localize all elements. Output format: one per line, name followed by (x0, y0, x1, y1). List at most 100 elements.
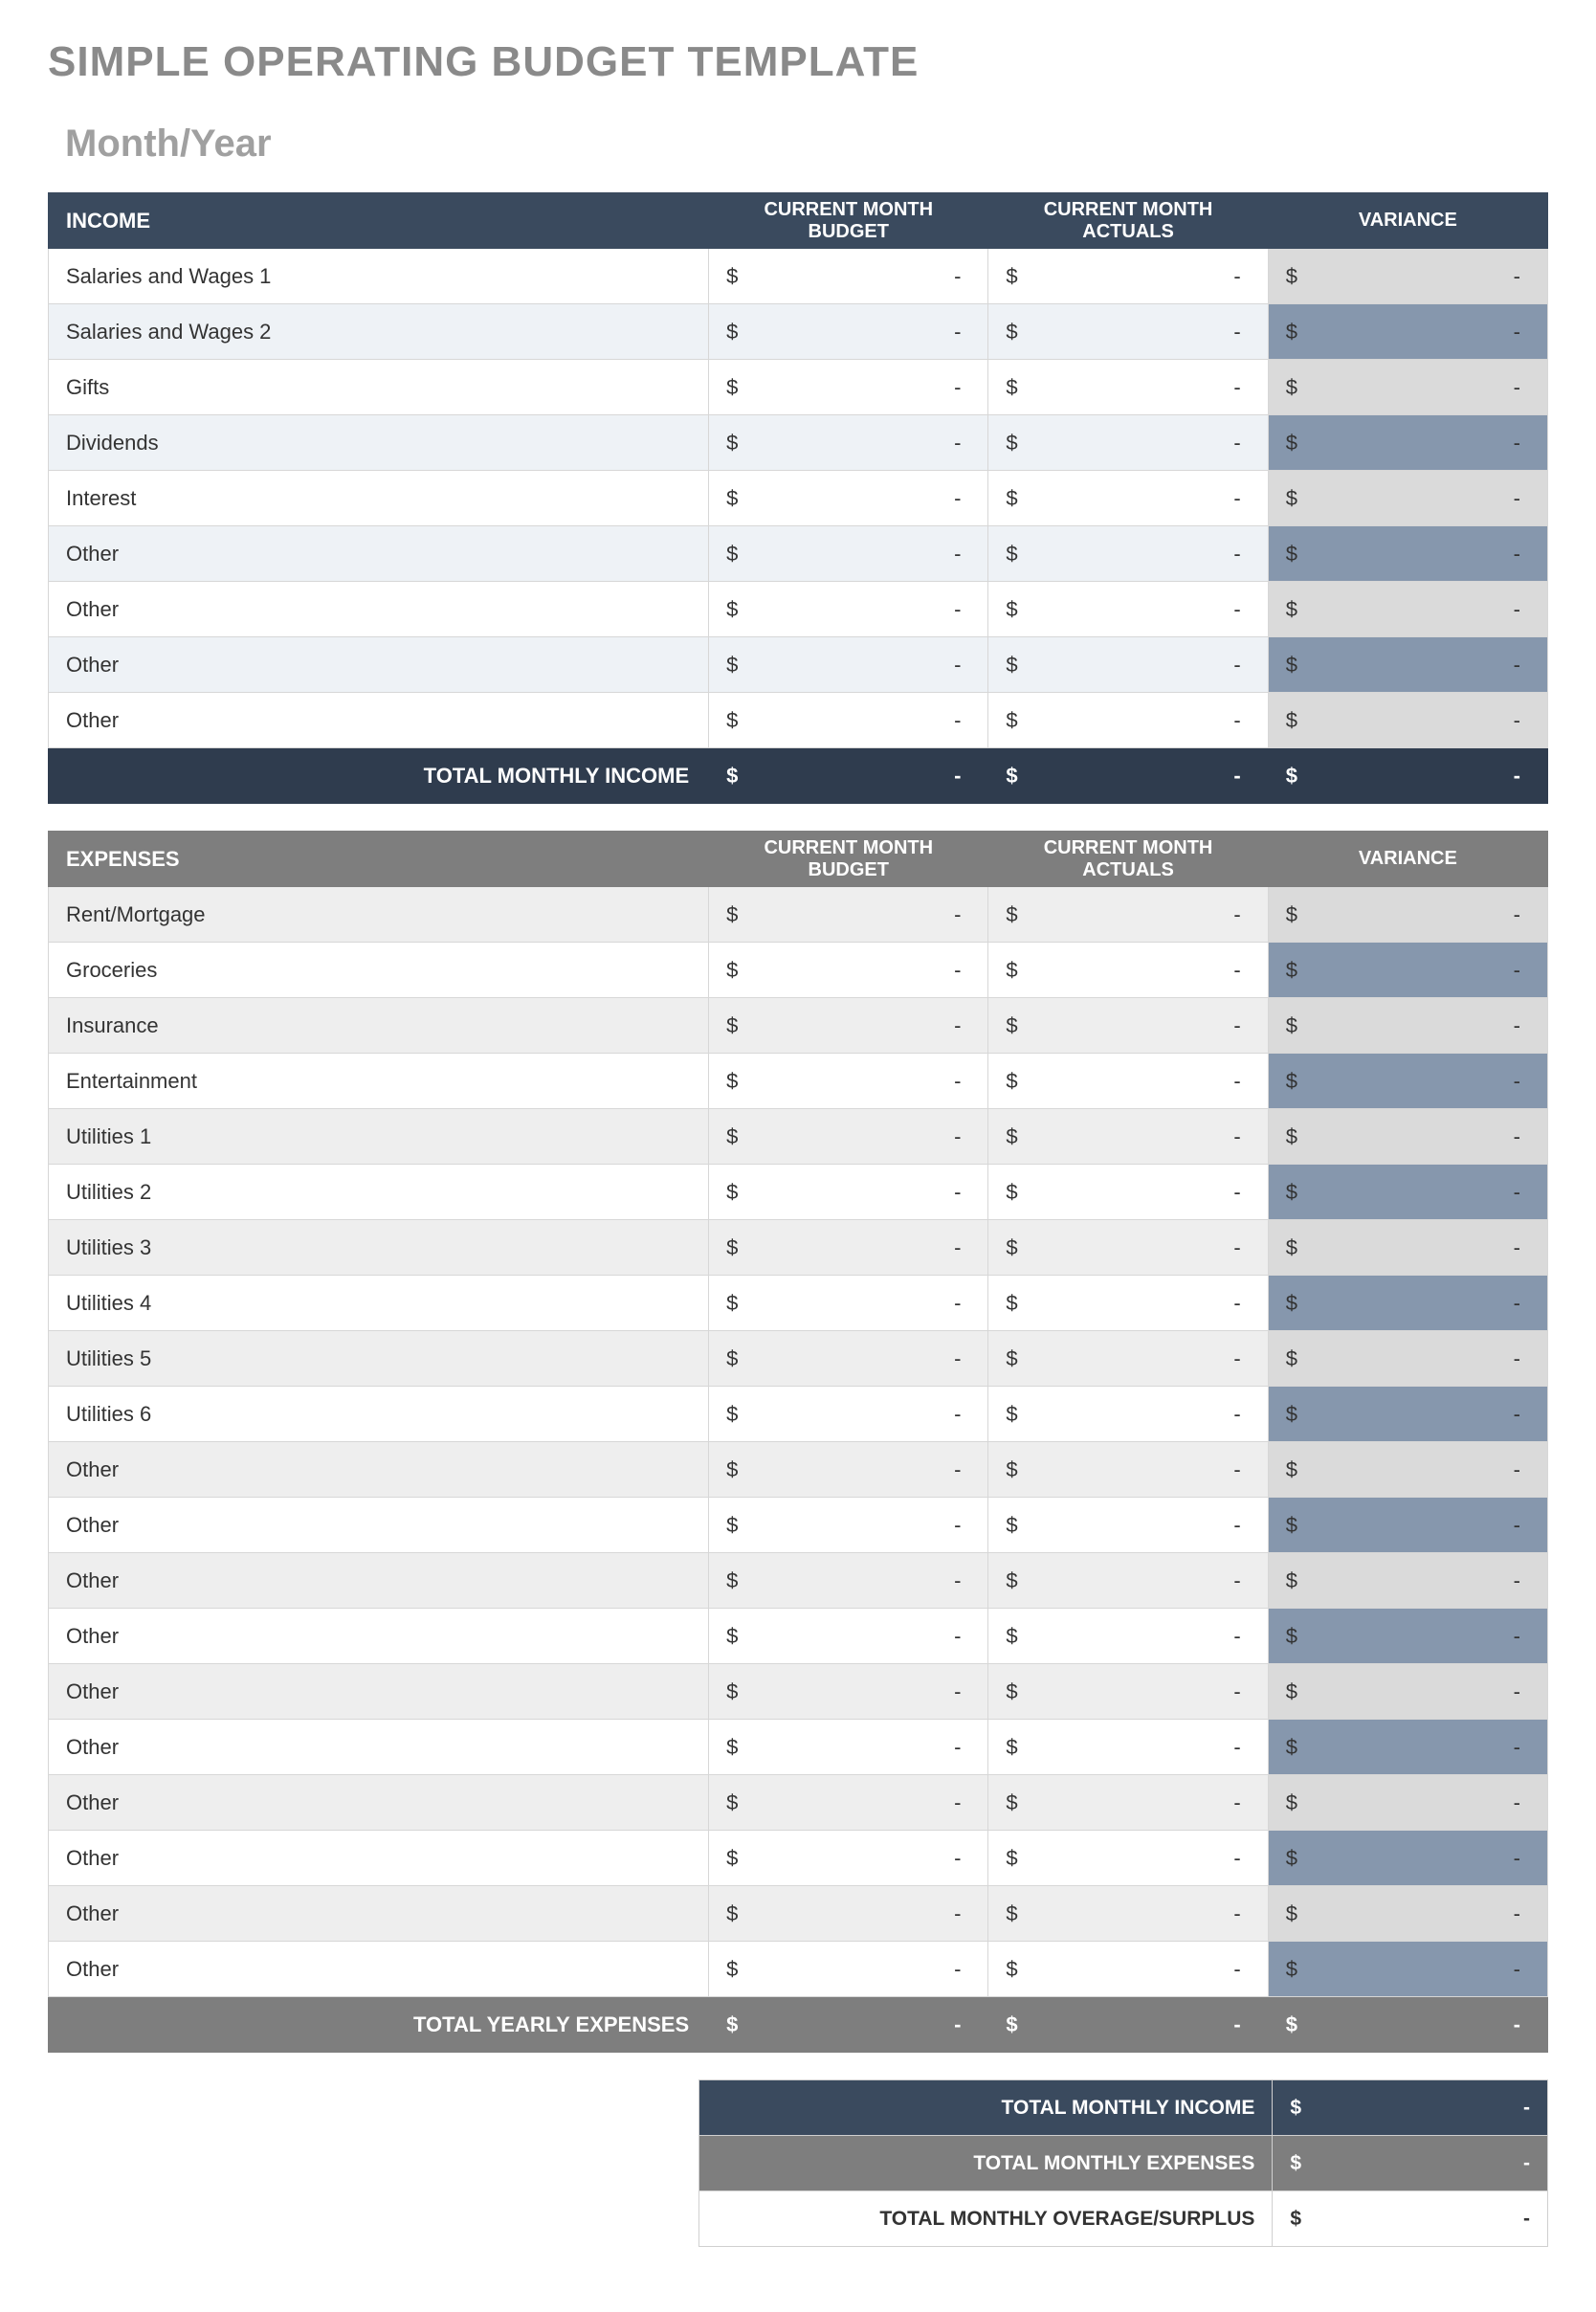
income-row-label[interactable]: Salaries and Wages 2 (49, 304, 709, 360)
expense-row-budget[interactable]: $- (709, 1387, 988, 1442)
expense-row-budget[interactable]: $- (709, 1664, 988, 1720)
income-row-budget[interactable]: $- (709, 304, 988, 360)
income-row-budget[interactable]: $- (709, 415, 988, 471)
expense-row-label[interactable]: Other (49, 1831, 709, 1886)
income-row-actuals[interactable]: $- (988, 526, 1268, 582)
expense-row-label[interactable]: Other (49, 1609, 709, 1664)
expense-row-variance: $- (1268, 943, 1547, 998)
income-row-actuals[interactable]: $- (988, 249, 1268, 304)
summary-expenses-label: TOTAL MONTHLY EXPENSES (699, 2136, 1273, 2191)
expense-row-label[interactable]: Other (49, 1720, 709, 1775)
expense-row-budget[interactable]: $- (709, 1942, 988, 1997)
income-row-label[interactable]: Other (49, 637, 709, 693)
income-row-budget[interactable]: $- (709, 471, 988, 526)
expense-row-label[interactable]: Insurance (49, 998, 709, 1054)
expense-row-budget[interactable]: $- (709, 1886, 988, 1942)
income-row-budget[interactable]: $- (709, 637, 988, 693)
income-row-budget[interactable]: $- (709, 249, 988, 304)
income-row-actuals[interactable]: $- (988, 471, 1268, 526)
expense-row-label[interactable]: Other (49, 1498, 709, 1553)
income-row-actuals[interactable]: $- (988, 415, 1268, 471)
expense-row-label[interactable]: Utilities 5 (49, 1331, 709, 1387)
expense-row-label[interactable]: Groceries (49, 943, 709, 998)
expense-row-label[interactable]: Utilities 3 (49, 1220, 709, 1276)
expenses-total-actuals: $- (988, 1997, 1268, 2053)
expense-row-label[interactable]: Other (49, 1775, 709, 1831)
income-row-label[interactable]: Gifts (49, 360, 709, 415)
income-row-budget[interactable]: $- (709, 360, 988, 415)
expense-row-actuals[interactable]: $- (988, 998, 1268, 1054)
income-row-actuals[interactable]: $- (988, 637, 1268, 693)
expense-row-actuals[interactable]: $- (988, 1387, 1268, 1442)
expense-row-budget[interactable]: $- (709, 998, 988, 1054)
expense-row-actuals[interactable]: $- (988, 1942, 1268, 1997)
expense-row-actuals[interactable]: $- (988, 1553, 1268, 1609)
expense-row-actuals[interactable]: $- (988, 1831, 1268, 1886)
income-row-actuals[interactable]: $- (988, 304, 1268, 360)
income-row-label[interactable]: Other (49, 693, 709, 748)
expense-row-budget[interactable]: $- (709, 1331, 988, 1387)
expense-row-actuals[interactable]: $- (988, 1498, 1268, 1553)
income-row-budget[interactable]: $- (709, 526, 988, 582)
income-row-label[interactable]: Dividends (49, 415, 709, 471)
expense-row-budget[interactable]: $- (709, 1165, 988, 1220)
expense-row-variance: $- (1268, 1664, 1547, 1720)
income-row-variance: $- (1268, 415, 1547, 471)
expense-row-actuals[interactable]: $- (988, 1720, 1268, 1775)
expense-row-actuals[interactable]: $- (988, 1886, 1268, 1942)
page-title: SIMPLE OPERATING BUDGET TEMPLATE (48, 38, 1548, 86)
expense-row-label[interactable]: Utilities 4 (49, 1276, 709, 1331)
expense-row-budget[interactable]: $- (709, 943, 988, 998)
expense-row-actuals[interactable]: $- (988, 1664, 1268, 1720)
expense-row-budget[interactable]: $- (709, 1831, 988, 1886)
expense-row-actuals[interactable]: $- (988, 1109, 1268, 1165)
expense-row-variance: $- (1268, 1498, 1547, 1553)
expense-row-budget[interactable]: $- (709, 1442, 988, 1498)
expense-row-budget[interactable]: $- (709, 1553, 988, 1609)
expense-row-actuals[interactable]: $- (988, 1165, 1268, 1220)
expense-row-label[interactable]: Other (49, 1442, 709, 1498)
expense-row-label[interactable]: Other (49, 1942, 709, 1997)
expense-row-actuals[interactable]: $- (988, 887, 1268, 943)
expense-row-actuals[interactable]: $- (988, 943, 1268, 998)
expense-row-label[interactable]: Rent/Mortgage (49, 887, 709, 943)
expense-row-label[interactable]: Utilities 6 (49, 1387, 709, 1442)
expense-row-budget[interactable]: $- (709, 1775, 988, 1831)
expense-row-budget[interactable]: $- (709, 1054, 988, 1109)
income-row-label[interactable]: Interest (49, 471, 709, 526)
expense-row-actuals[interactable]: $- (988, 1609, 1268, 1664)
expense-row-actuals[interactable]: $- (988, 1775, 1268, 1831)
income-row-label[interactable]: Other (49, 526, 709, 582)
summary-expenses-value: $- (1273, 2136, 1548, 2191)
expense-row-actuals[interactable]: $- (988, 1331, 1268, 1387)
expense-row-label[interactable]: Other (49, 1553, 709, 1609)
income-row-label[interactable]: Other (49, 582, 709, 637)
expense-row-label[interactable]: Other (49, 1664, 709, 1720)
expense-row-label[interactable]: Utilities 1 (49, 1109, 709, 1165)
expense-row-budget[interactable]: $- (709, 1220, 988, 1276)
expense-row-budget[interactable]: $- (709, 1109, 988, 1165)
expense-row-budget[interactable]: $- (709, 1498, 988, 1553)
expense-row-label[interactable]: Utilities 2 (49, 1165, 709, 1220)
expense-row-budget[interactable]: $- (709, 887, 988, 943)
col-header-actuals: CURRENT MONTH ACTUALS (988, 193, 1268, 249)
expense-row-label[interactable]: Entertainment (49, 1054, 709, 1109)
expense-row-budget[interactable]: $- (709, 1720, 988, 1775)
income-row-budget[interactable]: $- (709, 582, 988, 637)
expense-row-budget[interactable]: $- (709, 1276, 988, 1331)
income-row-actuals[interactable]: $- (988, 582, 1268, 637)
expense-row-variance: $- (1268, 1775, 1547, 1831)
expense-row-variance: $- (1268, 998, 1547, 1054)
expense-row-budget[interactable]: $- (709, 1609, 988, 1664)
income-row-actuals[interactable]: $- (988, 693, 1268, 748)
expense-row-actuals[interactable]: $- (988, 1442, 1268, 1498)
income-row-actuals[interactable]: $- (988, 360, 1268, 415)
expense-row-actuals[interactable]: $- (988, 1220, 1268, 1276)
income-row-budget[interactable]: $- (709, 693, 988, 748)
expense-row-actuals[interactable]: $- (988, 1054, 1268, 1109)
income-row: Salaries and Wages 1$-$-$- (49, 249, 1548, 304)
col-header-budget: CURRENT MONTH BUDGET (709, 193, 988, 249)
income-row-label[interactable]: Salaries and Wages 1 (49, 249, 709, 304)
expense-row-label[interactable]: Other (49, 1886, 709, 1942)
expense-row-actuals[interactable]: $- (988, 1276, 1268, 1331)
